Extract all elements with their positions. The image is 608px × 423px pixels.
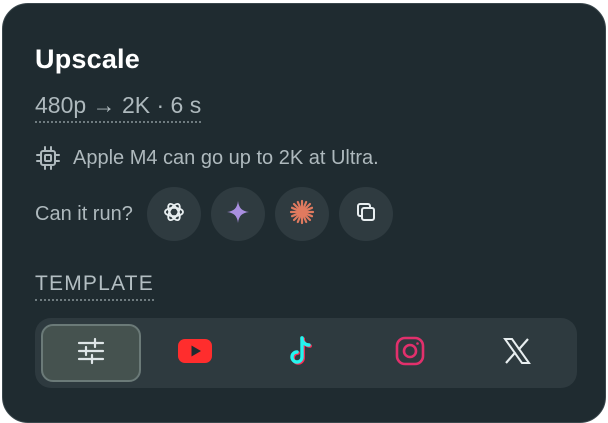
copy-button[interactable] xyxy=(338,187,393,241)
copy-icon xyxy=(354,200,378,229)
upscale-panel: Upscale 480p → 2K · 6 s Apple M4 can go … xyxy=(2,3,606,423)
upscale-summary[interactable]: 480p → 2K · 6 s xyxy=(35,92,202,123)
template-instagram[interactable] xyxy=(356,324,464,382)
sparkle-icon xyxy=(226,200,250,229)
template-custom[interactable] xyxy=(41,324,141,382)
youtube-icon xyxy=(177,338,212,368)
chip-icon xyxy=(35,145,61,171)
tiktok-icon xyxy=(287,335,317,372)
instagram-icon xyxy=(395,336,425,371)
can-it-run-row: Can it run? xyxy=(35,187,403,241)
gemini-button[interactable] xyxy=(210,187,265,241)
template-tiktok[interactable] xyxy=(249,324,357,382)
hardware-hint: Apple M4 can go up to 2K at Ultra. xyxy=(35,144,379,172)
hint-text: Apple M4 can go up to 2K at Ultra. xyxy=(73,146,379,169)
can-it-run-label: Can it run? xyxy=(35,202,133,225)
template-selector xyxy=(35,318,577,388)
sliders-icon xyxy=(76,336,106,371)
template-youtube[interactable] xyxy=(141,324,249,382)
x-icon xyxy=(502,336,532,371)
chatgpt-button[interactable] xyxy=(146,187,201,241)
panel-title: Upscale xyxy=(35,44,140,74)
openai-icon xyxy=(161,199,187,230)
claude-starburst-icon xyxy=(289,199,315,230)
template-x[interactable] xyxy=(464,324,572,382)
claude-button[interactable] xyxy=(274,187,329,241)
template-section-label: TEMPLATE xyxy=(35,272,154,301)
